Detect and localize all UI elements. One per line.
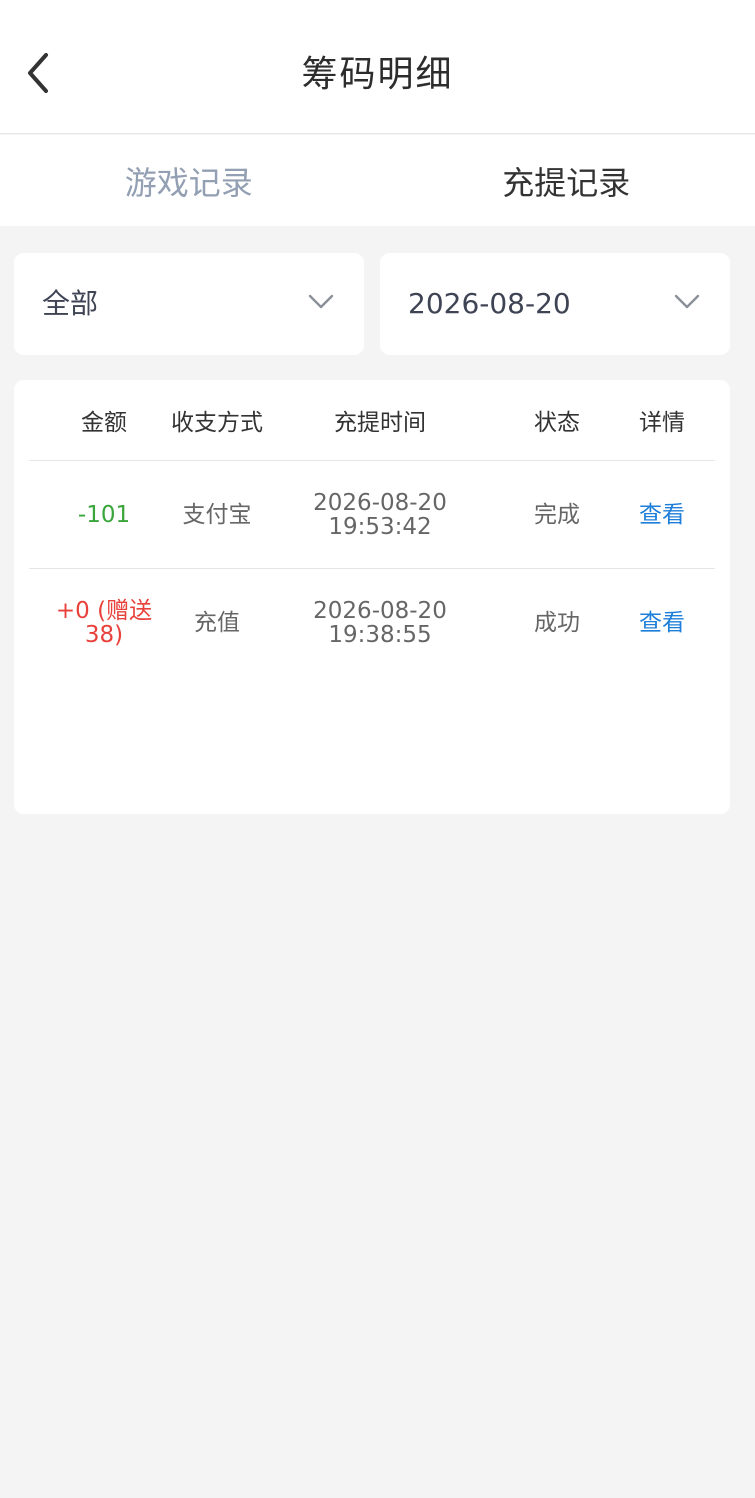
- amount-line: +0 (赠送: [55, 597, 153, 624]
- page-title: 筹码明细: [301, 54, 454, 95]
- view-detail-link[interactable]: 查看: [602, 569, 722, 676]
- column-header-detail: 详情: [639, 410, 685, 436]
- transaction-time: 2026-08-20 19:38:55: [285, 569, 475, 676]
- payment-method: 支付宝: [182, 501, 252, 528]
- record-tabs: 游戏记录 充提记录: [0, 135, 755, 226]
- table-header: 金额 收支方式 充提时间 状态 详情: [29, 380, 715, 461]
- transaction-clock: 19:38:55: [328, 621, 432, 648]
- view-detail-link[interactable]: 查看: [602, 461, 722, 568]
- column-header-time: 充提时间: [334, 410, 426, 436]
- chevron-down-icon: [674, 294, 700, 309]
- transaction-time: 2026-08-20 19:53:42: [285, 461, 475, 568]
- amount-line: 38): [84, 621, 124, 648]
- top-bar: 筹码明细: [0, 0, 755, 134]
- table-row: -101 支付宝 2026-08-20 19:53:42 完成 查看: [29, 461, 715, 569]
- transaction-date: 2026-08-20: [313, 489, 447, 516]
- transaction-date: 2026-08-20: [313, 597, 447, 624]
- chevron-down-icon: [308, 294, 334, 309]
- date-filter-value: 2026-08-20: [408, 287, 571, 320]
- type-filter-value: 全部: [42, 287, 99, 320]
- transaction-clock: 19:53:42: [328, 513, 432, 540]
- date-filter-dropdown[interactable]: 2026-08-20: [380, 253, 730, 355]
- payment-method: 充值: [194, 609, 240, 636]
- table-row: +0 (赠送 38) 充值 2026-08-20 19:38:55 成功 查看: [29, 569, 715, 676]
- tab-game-records[interactable]: 游戏记录: [0, 135, 378, 226]
- column-header-method: 收支方式: [171, 410, 263, 436]
- records-table: 金额 收支方式 充提时间 状态 详情 -101 支付宝 2026-08-20 1…: [14, 380, 730, 814]
- tab-deposit-withdraw-records[interactable]: 充提记录: [378, 135, 755, 226]
- type-filter-dropdown[interactable]: 全部: [14, 253, 364, 355]
